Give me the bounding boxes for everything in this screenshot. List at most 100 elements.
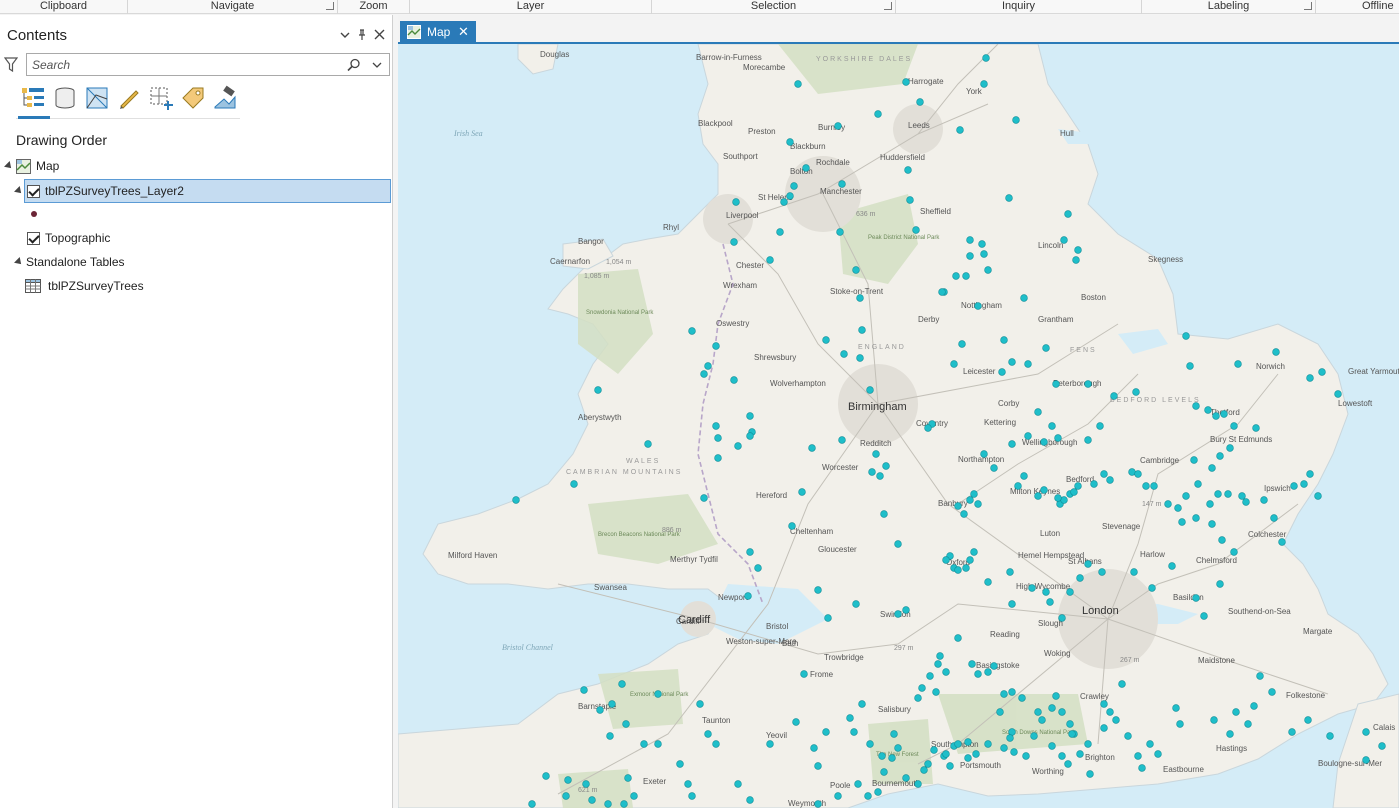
survey-tree-point[interactable]	[838, 436, 846, 444]
survey-tree-point[interactable]	[954, 740, 962, 748]
pane-options-chevron-icon[interactable]	[340, 29, 350, 43]
selection-dialog-launcher-icon[interactable]	[884, 2, 892, 10]
survey-tree-point[interactable]	[1216, 580, 1224, 588]
close-tab-icon[interactable]: ✕	[458, 21, 469, 43]
survey-tree-point[interactable]	[1238, 492, 1246, 500]
survey-tree-point[interactable]	[866, 386, 874, 394]
survey-tree-point[interactable]	[1042, 588, 1050, 596]
survey-tree-point[interactable]	[1048, 422, 1056, 430]
survey-tree-point[interactable]	[984, 266, 992, 274]
survey-tree-point[interactable]	[688, 327, 696, 335]
survey-tree-point[interactable]	[1288, 728, 1296, 736]
search-field[interactable]	[26, 53, 390, 76]
survey-tree-point[interactable]	[1046, 598, 1054, 606]
survey-tree-point[interactable]	[932, 688, 940, 696]
search-icon[interactable]	[347, 58, 361, 72]
survey-tree-point[interactable]	[954, 502, 962, 510]
survey-tree-point[interactable]	[974, 302, 982, 310]
survey-tree-point[interactable]	[966, 556, 974, 564]
survey-tree-point[interactable]	[858, 326, 866, 334]
expand-triangle-icon[interactable]	[14, 257, 24, 267]
survey-tree-point[interactable]	[714, 454, 722, 462]
survey-tree-point[interactable]	[1142, 482, 1150, 490]
survey-tree-point[interactable]	[982, 54, 990, 62]
survey-tree-point[interactable]	[786, 192, 794, 200]
survey-tree-point[interactable]	[1178, 518, 1186, 526]
survey-tree-point[interactable]	[880, 510, 888, 518]
survey-tree-point[interactable]	[1000, 336, 1008, 344]
list-by-drawing-order-icon[interactable]	[18, 85, 50, 119]
list-by-snapping-icon[interactable]	[148, 85, 174, 111]
survey-tree-point[interactable]	[1034, 708, 1042, 716]
survey-tree-point[interactable]	[1334, 390, 1342, 398]
survey-tree-point[interactable]	[1216, 452, 1224, 460]
basemap-tree-item[interactable]: Topographic	[26, 227, 386, 249]
survey-tree-point[interactable]	[1034, 408, 1042, 416]
survey-tree-point[interactable]	[1052, 692, 1060, 700]
survey-tree-point[interactable]	[978, 240, 986, 248]
survey-tree-point[interactable]	[882, 462, 890, 470]
survey-tree-point[interactable]	[1132, 388, 1140, 396]
search-input[interactable]	[32, 57, 342, 73]
survey-tree-point[interactable]	[644, 440, 652, 448]
survey-tree-point[interactable]	[890, 730, 898, 738]
survey-tree-point[interactable]	[852, 266, 860, 274]
survey-tree-point[interactable]	[754, 564, 762, 572]
survey-tree-point[interactable]	[894, 540, 902, 548]
survey-tree-point[interactable]	[654, 740, 662, 748]
survey-tree-point[interactable]	[964, 738, 972, 746]
survey-tree-point[interactable]	[996, 708, 1004, 716]
survey-tree-point[interactable]	[984, 740, 992, 748]
survey-tree-point[interactable]	[1066, 720, 1074, 728]
survey-tree-point[interactable]	[1054, 494, 1062, 502]
survey-tree-point[interactable]	[874, 110, 882, 118]
survey-tree-point[interactable]	[1182, 492, 1190, 500]
survey-tree-point[interactable]	[1362, 756, 1370, 764]
survey-tree-point[interactable]	[1150, 482, 1158, 490]
survey-tree-point[interactable]	[594, 386, 602, 394]
survey-tree-point[interactable]	[1074, 246, 1082, 254]
survey-tree-point[interactable]	[856, 354, 864, 362]
list-by-perspective-imagery-icon[interactable]	[212, 85, 238, 111]
survey-tree-point[interactable]	[588, 796, 596, 804]
survey-tree-point[interactable]	[1042, 344, 1050, 352]
survey-tree-point[interactable]	[746, 412, 754, 420]
standalone-table-item[interactable]: tblPZSurveyTrees	[24, 275, 384, 297]
survey-tree-point[interactable]	[1096, 422, 1104, 430]
survey-tree-point[interactable]	[1064, 210, 1072, 218]
survey-tree-point[interactable]	[1306, 470, 1314, 478]
survey-tree-point[interactable]	[836, 228, 844, 236]
survey-tree-point[interactable]	[1100, 700, 1108, 708]
survey-tree-point[interactable]	[794, 80, 802, 88]
survey-tree-point[interactable]	[1066, 588, 1074, 596]
survey-tree-point[interactable]	[744, 592, 752, 600]
survey-tree-point[interactable]	[1110, 392, 1118, 400]
survey-tree-point[interactable]	[1290, 482, 1298, 490]
survey-tree-point[interactable]	[926, 672, 934, 680]
survey-tree-point[interactable]	[1106, 476, 1114, 484]
survey-tree-point[interactable]	[952, 272, 960, 280]
survey-tree-point[interactable]	[780, 198, 788, 206]
survey-tree-point[interactable]	[746, 432, 754, 440]
survey-tree-point[interactable]	[942, 668, 950, 676]
survey-tree-point[interactable]	[1362, 728, 1370, 736]
survey-tree-point[interactable]	[1214, 490, 1222, 498]
survey-tree-point[interactable]	[872, 450, 880, 458]
survey-tree-point[interactable]	[1146, 740, 1154, 748]
survey-tree-point[interactable]	[608, 700, 616, 708]
survey-tree-point[interactable]	[1226, 730, 1234, 738]
survey-tree-point[interactable]	[1250, 702, 1258, 710]
list-by-editing-icon[interactable]	[116, 85, 142, 111]
survey-tree-point[interactable]	[1006, 568, 1014, 576]
survey-tree-point[interactable]	[902, 774, 910, 782]
point-symbol-icon[interactable]	[31, 211, 37, 217]
survey-tree-point[interactable]	[972, 750, 980, 758]
survey-tree-point[interactable]	[962, 272, 970, 280]
survey-tree-point[interactable]	[730, 376, 738, 384]
survey-tree-point[interactable]	[776, 228, 784, 236]
survey-tree-point[interactable]	[854, 780, 862, 788]
layer-visibility-checkbox[interactable]	[27, 185, 40, 198]
survey-tree-point[interactable]	[962, 564, 970, 572]
survey-tree-point[interactable]	[1058, 752, 1066, 760]
survey-tree-point[interactable]	[1068, 730, 1076, 738]
